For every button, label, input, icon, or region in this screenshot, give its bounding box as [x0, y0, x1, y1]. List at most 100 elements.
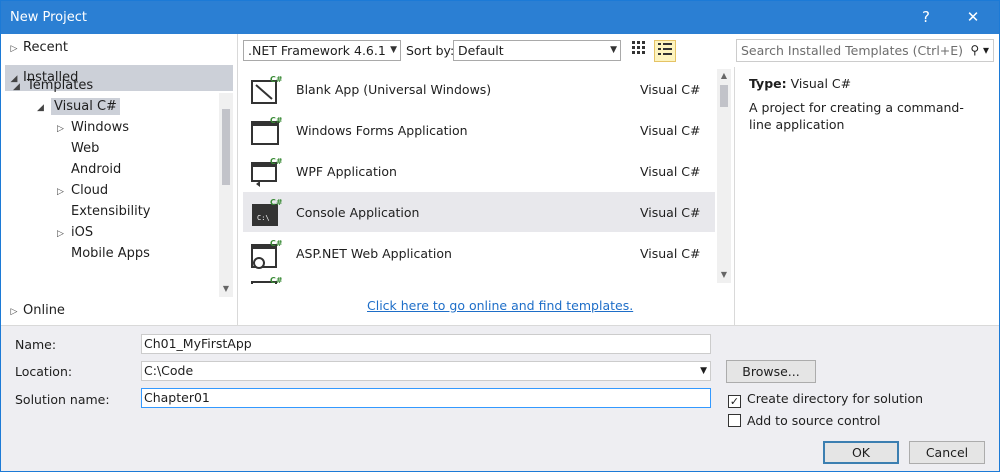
tree-item[interactable]: Mobile Apps	[57, 244, 150, 264]
sort-dropdown[interactable]: Default ▼	[453, 40, 621, 61]
tree-item[interactable]: ▷ Windows	[57, 118, 129, 138]
recent-node[interactable]: ▷ Recent	[5, 35, 233, 61]
windows-forms-icon: C#	[251, 116, 282, 145]
name-input[interactable]: Ch01_MyFirstApp	[141, 334, 711, 354]
category-panel: ▷ Recent ◢ Installed ◢ Templates ◢ Visual C# ▷…	[1, 34, 238, 325]
tree-item[interactable]: Web	[57, 139, 99, 159]
svg-text:C:\: C:\	[257, 214, 270, 222]
expand-arrow-icon: ▷	[10, 307, 18, 317]
template-row[interactable]: C# ASP.NET Web Application Visual C#	[243, 233, 715, 273]
location-label: Location:	[15, 364, 73, 379]
template-name: Console Application	[296, 205, 420, 220]
template-language: Visual C#	[640, 82, 701, 97]
tree-item-label: Mobile Apps	[71, 246, 150, 261]
help-button[interactable]: ?	[911, 5, 941, 29]
search-placeholder: Search Installed Templates (Ctrl+E)	[741, 43, 964, 58]
tree-item-label: Templates	[27, 78, 94, 93]
source-control-label: Add to source control	[747, 413, 881, 428]
small-icons-view-button[interactable]	[628, 40, 650, 62]
location-value: C:\Code	[144, 363, 194, 378]
scroll-down-icon[interactable]: ▼	[717, 268, 731, 282]
tree-item-label: Android	[71, 162, 122, 177]
template-row[interactable]: C# Windows Forms Application Visual C#	[243, 110, 715, 150]
template-row-partial[interactable]: C#	[243, 274, 715, 284]
chevron-down-icon[interactable]: ▼	[700, 362, 707, 380]
online-node[interactable]: ▷ Online	[5, 298, 233, 324]
ok-button[interactable]: OK	[823, 441, 899, 464]
svg-text:C#: C#	[270, 276, 282, 284]
solution-name-input[interactable]: Chapter01	[141, 388, 711, 408]
tree-item[interactable]: ◢ Templates	[13, 76, 93, 96]
template-language: Visual C#	[640, 205, 701, 220]
create-directory-checkbox[interactable]: ✓ Create directory for solution	[728, 391, 923, 408]
create-directory-label: Create directory for solution	[747, 391, 924, 406]
console-icon: C:\C#	[252, 198, 282, 226]
tree-item-label: iOS	[71, 225, 94, 240]
title-bar: New Project ? ✕	[1, 1, 999, 34]
new-project-dialog: New Project ? ✕ ▷ Recent ◢ Installed ◢ Temp…	[0, 0, 1000, 472]
template-row[interactable]: C:\ C# Console Application Visual C#	[243, 192, 715, 232]
recent-label: Recent	[23, 40, 68, 55]
sort-label: Sort by:	[406, 43, 455, 58]
template-language: Visual C#	[640, 164, 701, 179]
tree-item[interactable]: ▷ iOS	[57, 223, 93, 243]
online-label: Online	[23, 303, 65, 318]
tree-item[interactable]: ▷ Cloud	[57, 181, 108, 201]
svg-text:C#: C#	[270, 198, 282, 207]
tree-scrollbar[interactable]: ▼	[219, 93, 233, 297]
template-row[interactable]: C# WPF Application Visual C#	[243, 151, 715, 191]
checkmark-icon: ✓	[728, 395, 741, 408]
tree-item-label: Extensibility	[71, 204, 151, 219]
template-name: WPF Application	[296, 164, 397, 179]
cancel-button[interactable]: Cancel	[909, 441, 985, 464]
template-language: Visual C#	[640, 123, 701, 138]
tree-item[interactable]: Android	[57, 160, 121, 180]
framework-value: .NET Framework 4.6.1	[248, 43, 386, 58]
template-language: Visual C#	[640, 246, 701, 261]
tree-item[interactable]: Extensibility	[57, 202, 151, 222]
tree-item[interactable]: ◢ Visual C#	[37, 97, 120, 117]
universal-app-icon: C#	[251, 75, 282, 104]
template-description: A project for creating a command-line ap…	[749, 100, 964, 132]
template-name: Windows Forms Application	[296, 123, 468, 138]
details-pane: Type: Visual C# A project for creating a…	[734, 67, 999, 325]
wpf-icon: C#	[251, 157, 282, 187]
solution-label: Solution name:	[15, 392, 110, 407]
browse-button[interactable]: Browse...	[726, 360, 816, 383]
tree-item-label: Visual C#	[51, 98, 120, 115]
name-label: Name:	[15, 337, 57, 352]
tree-item-label: Windows	[71, 120, 130, 135]
list-scrollbar[interactable]: ▲ ▼	[717, 69, 731, 283]
expand-arrow-icon[interactable]: ▷	[57, 182, 71, 202]
svg-text:C#: C#	[270, 75, 282, 84]
framework-dropdown[interactable]: .NET Framework 4.6.1 ▼	[243, 40, 401, 61]
template-list: C# Blank App (Universal Windows) Visual C#…	[239, 67, 733, 325]
expand-arrow-icon[interactable]: ▷	[57, 119, 71, 139]
search-icon[interactable]: ⚲ ▾	[970, 40, 989, 61]
search-input[interactable]: Search Installed Templates (Ctrl+E) ⚲ ▾	[736, 39, 994, 62]
type-label: Type:	[749, 76, 787, 91]
scroll-down-icon[interactable]: ▼	[219, 282, 233, 296]
scroll-up-icon[interactable]: ▲	[717, 69, 731, 83]
list-icon	[658, 43, 672, 55]
type-value: Visual C#	[790, 76, 852, 91]
online-templates-link[interactable]: Click here to go online and find templat…	[367, 298, 633, 313]
expand-arrow-icon: ▷	[10, 44, 18, 54]
chevron-down-icon: ▼	[610, 45, 617, 55]
scroll-thumb[interactable]	[222, 109, 230, 185]
close-button[interactable]: ✕	[958, 5, 988, 29]
svg-text:C#: C#	[270, 239, 282, 248]
sort-value: Default	[458, 43, 504, 58]
expand-arrow-icon[interactable]: ▷	[57, 224, 71, 244]
source-control-checkbox[interactable]: Add to source control	[728, 413, 881, 428]
scroll-thumb[interactable]	[720, 85, 728, 107]
window-title: New Project	[10, 10, 87, 25]
location-input[interactable]: C:\Code ▼	[141, 361, 711, 381]
collapse-arrow-icon[interactable]: ◢	[37, 98, 51, 118]
template-row[interactable]: C# Blank App (Universal Windows) Visual C#	[243, 69, 715, 109]
template-name: Blank App (Universal Windows)	[296, 82, 492, 97]
collapse-arrow-icon[interactable]: ◢	[13, 77, 27, 97]
tree-item-label: Cloud	[71, 183, 109, 198]
chevron-down-icon: ▼	[390, 45, 397, 55]
list-view-button[interactable]	[654, 40, 676, 62]
